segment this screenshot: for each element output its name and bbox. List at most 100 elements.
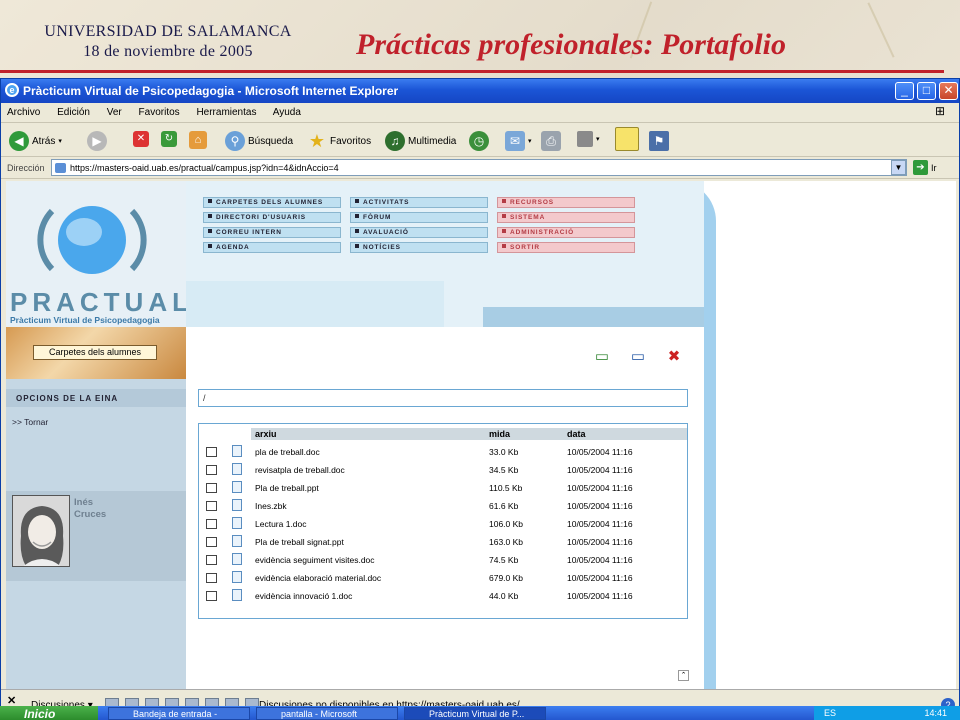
favorites-button[interactable]: ★ Favoritos — [307, 131, 371, 151]
start-button[interactable]: Inicio — [0, 706, 98, 720]
menu-favoritos[interactable]: Favoritos — [139, 107, 180, 118]
menu-bar: Archivo Edición Ver Favoritos Herramient… — [1, 103, 959, 123]
menu-edicion[interactable]: Edición — [57, 107, 90, 118]
file-date: 10/05/2004 11:16 — [567, 465, 633, 475]
back-button[interactable]: ◀ Atrás ▾ — [9, 131, 62, 151]
upload-file-icon[interactable]: ▭ — [627, 348, 649, 366]
slide-date: 18 de noviembre de 2005 — [83, 43, 253, 60]
menu-noticies[interactable]: NOTÍCIES — [350, 242, 488, 253]
file-date: 10/05/2004 11:16 — [567, 501, 633, 511]
file-checkbox[interactable] — [206, 501, 217, 511]
refresh-button[interactable]: ↻ — [161, 131, 177, 147]
favorites-label: Favoritos — [330, 135, 372, 147]
options-title: OPCIONS DE LA EINA — [6, 389, 186, 407]
file-name[interactable]: evidència elaboració material.doc — [255, 573, 381, 583]
file-row[interactable]: Ines.zbk 61.6 Kb 10/05/2004 11:16 — [199, 498, 687, 514]
menu-sortir[interactable]: SORTIR — [497, 242, 635, 253]
taskbar: Inicio Bandeja de entrada - pantalla - M… — [0, 706, 960, 720]
menu-ver[interactable]: Ver — [107, 107, 122, 118]
task-inbox[interactable]: Bandeja de entrada - — [108, 707, 250, 720]
discuss-button[interactable] — [615, 127, 639, 151]
menu-forum[interactable]: FÒRUM — [350, 212, 488, 223]
menu-avaluacio[interactable]: AVALUACIÓ — [350, 227, 488, 238]
mail-button[interactable]: ✉ ▾ — [505, 131, 532, 151]
document-icon — [232, 553, 242, 565]
file-name[interactable]: evidència seguiment visites.doc — [255, 555, 375, 565]
document-icon — [232, 517, 242, 529]
window-titlebar[interactable]: e Pràcticum Virtual de Psicopedagogia - … — [1, 79, 959, 103]
history-button[interactable]: ◷ — [469, 131, 489, 151]
file-checkbox[interactable] — [206, 573, 217, 583]
file-checkbox[interactable] — [206, 465, 217, 475]
search-button[interactable]: ⚲ Búsqueda — [225, 131, 293, 151]
print-button[interactable]: ⎙ — [541, 131, 561, 151]
go-button[interactable]: ➔ Ir — [913, 160, 937, 175]
file-name[interactable]: Pla de treball signat.ppt — [255, 537, 344, 547]
home-button[interactable]: ⌂ — [189, 131, 207, 149]
menu-ayuda[interactable]: Ayuda — [273, 107, 301, 118]
scroll-up-button[interactable]: ⌃ — [678, 670, 689, 681]
file-name[interactable]: revisatpla de treball.doc — [255, 465, 345, 475]
file-checkbox[interactable] — [206, 483, 217, 493]
menu-carpetes[interactable]: CARPETES DELS ALUMNES — [203, 197, 341, 208]
delete-icon[interactable]: ✖ — [663, 348, 685, 366]
menu-correu[interactable]: CORREU INTERN — [203, 227, 341, 238]
document-icon — [232, 499, 242, 511]
task-pantalla[interactable]: pantalla - Microsoft — [256, 707, 398, 720]
brand-subtitle: Pràcticum Virtual de Psicopedagogia — [10, 315, 160, 325]
minimize-button[interactable]: _ — [895, 82, 914, 100]
slide-title: Prácticas profesionales: Portafolio — [356, 28, 786, 61]
file-row[interactable]: pla de treball.doc 33.0 Kb 10/05/2004 11:1… — [199, 444, 687, 460]
document-icon — [232, 571, 242, 583]
menu-archivo[interactable]: Archivo — [7, 107, 40, 118]
menu-sistema[interactable]: SISTEMA — [497, 212, 635, 223]
menu-agenda[interactable]: AGENDA — [203, 242, 341, 253]
file-name[interactable]: Lectura 1.doc — [255, 519, 307, 529]
address-dropdown[interactable]: ▼ — [891, 160, 906, 175]
file-name[interactable]: Pla de treball.ppt — [255, 483, 319, 493]
file-checkbox[interactable] — [206, 447, 217, 457]
research-button[interactable]: ⚑ — [649, 131, 669, 151]
address-input[interactable]: https://masters-oaid.uab.es/practual/cam… — [51, 159, 907, 176]
menu-recursos[interactable]: RECURSOS — [497, 197, 635, 208]
task-practicum[interactable]: Pràcticum Virtual de P... — [404, 707, 546, 720]
col-header-date[interactable]: data — [567, 429, 586, 439]
file-row[interactable]: evidència elaboració material.doc 679.0 K… — [199, 570, 687, 586]
file-name[interactable]: Ines.zbk — [255, 501, 287, 511]
menu-administracio[interactable]: ADMINISTRACIÓ — [497, 227, 635, 238]
file-row[interactable]: Lectura 1.doc 106.0 Kb 10/05/2004 11:16 — [199, 516, 687, 532]
file-checkbox[interactable] — [206, 519, 217, 529]
file-size: 679.0 Kb — [489, 573, 524, 583]
file-name[interactable]: evidència innovació 1.doc — [255, 591, 352, 601]
language-indicator[interactable]: ES — [824, 708, 836, 718]
col-header-file[interactable]: arxiu — [255, 429, 277, 439]
file-row[interactable]: Pla de treball.ppt 110.5 Kb 10/05/2004 11:… — [199, 480, 687, 496]
file-checkbox[interactable] — [206, 537, 217, 547]
file-row[interactable]: evidència innovació 1.doc 44.0 Kb 10/05/20… — [199, 588, 687, 604]
menu-directori[interactable]: DIRECTORI D'USUARIS — [203, 212, 341, 223]
menu-activitats[interactable]: ACTIVITATS — [350, 197, 488, 208]
file-row[interactable]: evidència seguiment visites.doc 74.5 Kb 10… — [199, 552, 687, 568]
maximize-button[interactable]: □ — [917, 82, 936, 100]
forward-button[interactable]: ▶ — [87, 131, 107, 151]
file-checkbox[interactable] — [206, 591, 217, 601]
new-folder-icon[interactable]: ▭ — [591, 348, 613, 366]
file-list-header: arxiu mida data — [251, 428, 687, 440]
menu-herramientas[interactable]: Herramientas — [196, 107, 256, 118]
col-header-size[interactable]: mida — [489, 429, 510, 439]
multimedia-button[interactable]: ♫ Multimedia — [385, 131, 456, 151]
path-field[interactable]: / — [198, 389, 688, 407]
edit-button[interactable]: ▾ — [577, 131, 600, 147]
file-name[interactable]: pla de treball.doc — [255, 447, 320, 457]
back-link[interactable]: >> Tornar — [12, 417, 48, 427]
ie-logo-icon: e — [5, 83, 19, 97]
file-size: 33.0 Kb — [489, 447, 519, 457]
close-button[interactable]: ✕ — [939, 82, 958, 100]
file-row[interactable]: revisatpla de treball.doc 34.5 Kb 10/05/20… — [199, 462, 687, 478]
stop-button[interactable]: ✕ — [133, 131, 149, 147]
forward-arrow-icon: ▶ — [87, 131, 107, 151]
file-checkbox[interactable] — [206, 555, 217, 565]
toolbar: ◀ Atrás ▾ ▶ ✕ ↻ ⌂ ⚲ Búsqueda ★ Favoritos… — [1, 123, 959, 157]
document-icon — [232, 535, 242, 547]
file-row[interactable]: Pla de treball signat.ppt 163.0 Kb 10/05/2… — [199, 534, 687, 550]
